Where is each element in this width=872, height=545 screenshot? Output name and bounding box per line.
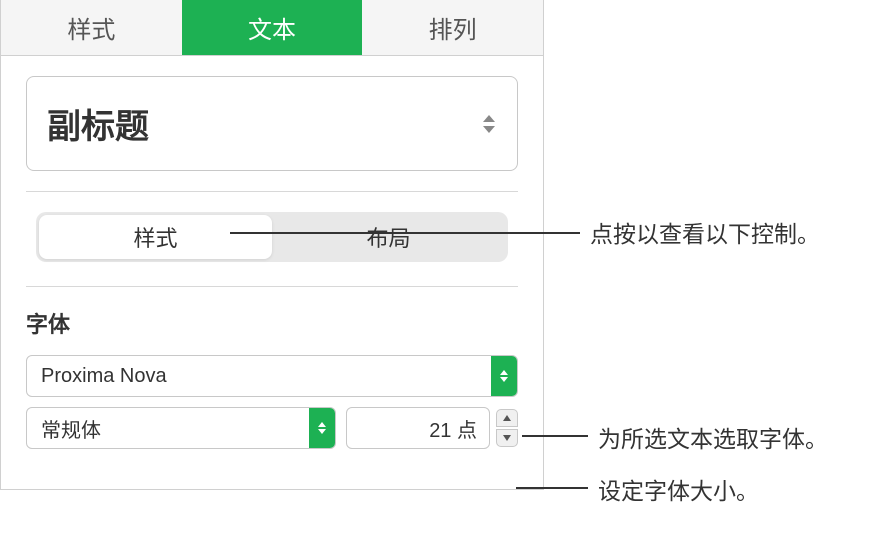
inspector-tabs: 样式 文本 排列 bbox=[1, 0, 543, 56]
subtab-style[interactable]: 样式 bbox=[39, 215, 272, 259]
callout-font-size: 设定字体大小。 bbox=[598, 472, 759, 506]
divider bbox=[26, 191, 518, 192]
select-arrows-icon bbox=[309, 408, 335, 448]
subtab-layout-label: 布局 bbox=[366, 221, 410, 253]
chevron-updown-icon bbox=[481, 111, 497, 137]
tab-text[interactable]: 文本 bbox=[182, 0, 363, 55]
subtab-style-label: 样式 bbox=[133, 221, 177, 253]
tab-arrange[interactable]: 排列 bbox=[362, 0, 543, 55]
callout-subtab: 点按以查看以下控制。 bbox=[590, 215, 820, 249]
font-size-stepper bbox=[496, 407, 518, 449]
paragraph-style-label: 副标题 bbox=[47, 99, 149, 148]
font-size-value: 21 点 bbox=[429, 414, 477, 443]
tab-style-label: 样式 bbox=[67, 10, 115, 45]
tab-style[interactable]: 样式 bbox=[1, 0, 182, 55]
font-weight-select[interactable]: 常规体 bbox=[26, 407, 336, 449]
subtab-segmented: 样式 布局 bbox=[36, 212, 508, 262]
callout-line bbox=[516, 487, 588, 489]
subtab-layout[interactable]: 布局 bbox=[272, 215, 505, 259]
font-controls-row: 常规体 21 点 bbox=[26, 407, 518, 449]
inspector-panel: 样式 文本 排列 副标题 样式 布局 字体 bbox=[0, 0, 544, 490]
divider bbox=[26, 286, 518, 287]
font-family-row: Proxima Nova bbox=[26, 355, 518, 397]
select-arrows-icon bbox=[491, 356, 517, 396]
font-family-value: Proxima Nova bbox=[41, 365, 167, 388]
font-family-select[interactable]: Proxima Nova bbox=[26, 355, 518, 397]
font-size-group: 21 点 bbox=[346, 407, 518, 449]
paragraph-style-dropdown[interactable]: 副标题 bbox=[26, 76, 518, 171]
font-size-input[interactable]: 21 点 bbox=[346, 407, 490, 449]
callout-font-family: 为所选文本选取字体。 bbox=[598, 420, 828, 454]
stepper-up-button[interactable] bbox=[496, 409, 518, 427]
chevron-up-icon bbox=[503, 415, 511, 421]
callout-line bbox=[230, 232, 580, 234]
font-weight-value: 常规体 bbox=[41, 414, 101, 443]
tab-text-label: 文本 bbox=[248, 10, 296, 45]
tab-arrange-label: 排列 bbox=[429, 10, 477, 45]
chevron-down-icon bbox=[503, 435, 511, 441]
stepper-down-button[interactable] bbox=[496, 429, 518, 447]
callout-line bbox=[522, 435, 588, 437]
font-section-label: 字体 bbox=[26, 307, 518, 339]
panel-content: 副标题 样式 布局 字体 Proxima Nova bbox=[1, 56, 543, 489]
